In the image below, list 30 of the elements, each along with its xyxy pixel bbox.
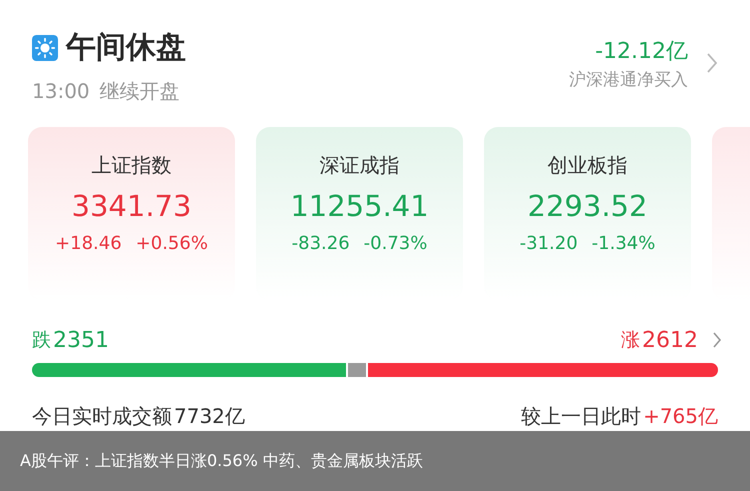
turnover-value: 7732亿 bbox=[174, 403, 245, 430]
index-name: 上证指数 bbox=[92, 152, 172, 179]
compare-label: 较上一日此时 bbox=[521, 403, 642, 430]
page-title: 午间休盘 bbox=[66, 29, 186, 67]
compare-value: +765亿 bbox=[643, 403, 718, 430]
index-change: -31.20 bbox=[520, 233, 578, 254]
index-value: 3341.73 bbox=[72, 189, 192, 223]
fall-count: 2351 bbox=[53, 328, 109, 352]
resume-time: 13:00 bbox=[32, 78, 90, 104]
index-percent: -1.34% bbox=[592, 233, 656, 254]
chevron-right-icon[interactable] bbox=[712, 331, 722, 349]
turnover-label: 今日实时成交额 bbox=[32, 403, 172, 430]
rise-label: 涨 bbox=[621, 328, 640, 353]
sun-icon bbox=[32, 35, 58, 61]
index-percent: -0.73% bbox=[364, 233, 428, 254]
index-name: 创业板指 bbox=[548, 152, 628, 179]
index-change: +18.46 bbox=[55, 233, 122, 254]
caption-text: A股午评：上证指数半日涨0.56% 中药、贵金属板块活跃 bbox=[20, 450, 423, 472]
index-value: 2293.52 bbox=[528, 189, 648, 223]
fall-label: 跌 bbox=[32, 328, 51, 353]
index-value: 11255.41 bbox=[290, 189, 429, 223]
rise-count: 2612 bbox=[642, 328, 698, 352]
breadth-bar-segment bbox=[348, 363, 366, 377]
resume-label: 继续开盘 bbox=[100, 78, 180, 104]
index-name: 深证成指 bbox=[320, 152, 400, 179]
index-change: -83.26 bbox=[292, 233, 350, 254]
net-buy-label: 沪深港通净买入 bbox=[569, 69, 688, 91]
chevron-right-icon[interactable] bbox=[706, 52, 718, 74]
net-buy-value: -12.12亿 bbox=[595, 38, 688, 66]
index-percent: +0.56% bbox=[136, 233, 208, 254]
